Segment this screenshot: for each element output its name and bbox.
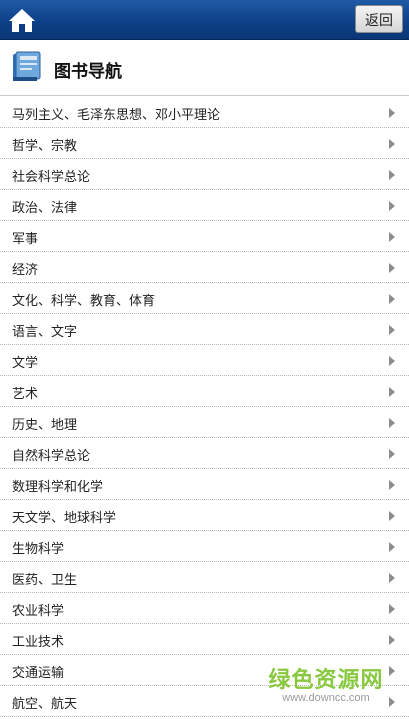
chevron-right-icon: [389, 511, 395, 521]
list-item[interactable]: 工业技术: [0, 624, 409, 655]
page-title: 图书导航: [54, 62, 122, 81]
list-item-label: 数理科学和化学: [12, 479, 104, 494]
list-item-label: 社会科学总论: [12, 169, 91, 184]
list-item[interactable]: 文学: [0, 345, 409, 376]
list-item-label: 天文学、地球科学: [12, 510, 117, 525]
list-item[interactable]: 航空、航天: [0, 686, 409, 717]
list-item-label: 语言、文字: [12, 324, 78, 339]
chevron-right-icon: [389, 418, 395, 428]
list-item[interactable]: 军事: [0, 221, 409, 252]
list-item-label: 哲学、宗教: [12, 138, 78, 153]
chevron-right-icon: [389, 480, 395, 490]
section-header: 图书导航: [0, 40, 409, 96]
list-item[interactable]: 天文学、地球科学: [0, 500, 409, 531]
chevron-right-icon: [389, 449, 395, 459]
list-item[interactable]: 交通运输: [0, 655, 409, 686]
chevron-right-icon: [389, 542, 395, 552]
list-item-label: 艺术: [12, 386, 39, 401]
chevron-right-icon: [389, 263, 395, 273]
list-item[interactable]: 哲学、宗教: [0, 128, 409, 159]
home-icon: [9, 9, 35, 32]
category-list: 马列主义、毛泽东思想、邓小平理论 哲学、宗教 社会科学总论 政治、法律 军事 经…: [0, 97, 409, 717]
list-item[interactable]: 数理科学和化学: [0, 469, 409, 500]
list-item[interactable]: 历史、地理: [0, 407, 409, 438]
list-item-label: 交通运输: [12, 665, 65, 680]
chevron-right-icon: [389, 108, 395, 118]
back-button[interactable]: 返回: [355, 5, 403, 33]
list-item-label: 经济: [12, 262, 39, 277]
chevron-right-icon: [389, 139, 395, 149]
list-item[interactable]: 文化、科学、教育、体育: [0, 283, 409, 314]
chevron-right-icon: [389, 666, 395, 676]
home-button[interactable]: [6, 5, 38, 35]
list-item-label: 政治、法律: [12, 200, 78, 215]
chevron-right-icon: [389, 573, 395, 583]
chevron-right-icon: [389, 635, 395, 645]
chevron-right-icon: [389, 170, 395, 180]
list-item[interactable]: 生物科学: [0, 531, 409, 562]
list-item-label: 生物科学: [12, 541, 65, 556]
list-item[interactable]: 马列主义、毛泽东思想、邓小平理论: [0, 97, 409, 128]
list-item[interactable]: 社会科学总论: [0, 159, 409, 190]
chevron-right-icon: [389, 356, 395, 366]
list-item[interactable]: 政治、法律: [0, 190, 409, 221]
list-item-label: 工业技术: [12, 634, 65, 649]
list-item-label: 历史、地理: [12, 417, 78, 432]
list-item-label: 文学: [12, 355, 39, 370]
list-item-label: 农业科学: [12, 603, 65, 618]
chevron-right-icon: [389, 325, 395, 335]
book-icon: [13, 51, 41, 81]
list-item-label: 航空、航天: [12, 696, 78, 711]
list-item[interactable]: 自然科学总论: [0, 438, 409, 469]
chevron-right-icon: [389, 697, 395, 707]
chevron-right-icon: [389, 387, 395, 397]
list-item[interactable]: 经济: [0, 252, 409, 283]
list-item-label: 马列主义、毛泽东思想、邓小平理论: [12, 107, 221, 122]
list-item-label: 医药、卫生: [12, 572, 78, 587]
list-item[interactable]: 农业科学: [0, 593, 409, 624]
list-item[interactable]: 艺术: [0, 376, 409, 407]
top-bar: 返回: [0, 0, 409, 40]
chevron-right-icon: [389, 232, 395, 242]
list-item-label: 军事: [12, 231, 39, 246]
chevron-right-icon: [389, 294, 395, 304]
list-item-label: 自然科学总论: [12, 448, 91, 463]
chevron-right-icon: [389, 201, 395, 211]
chevron-right-icon: [389, 604, 395, 614]
list-item-label: 文化、科学、教育、体育: [12, 293, 156, 308]
list-item[interactable]: 医药、卫生: [0, 562, 409, 593]
list-item[interactable]: 语言、文字: [0, 314, 409, 345]
